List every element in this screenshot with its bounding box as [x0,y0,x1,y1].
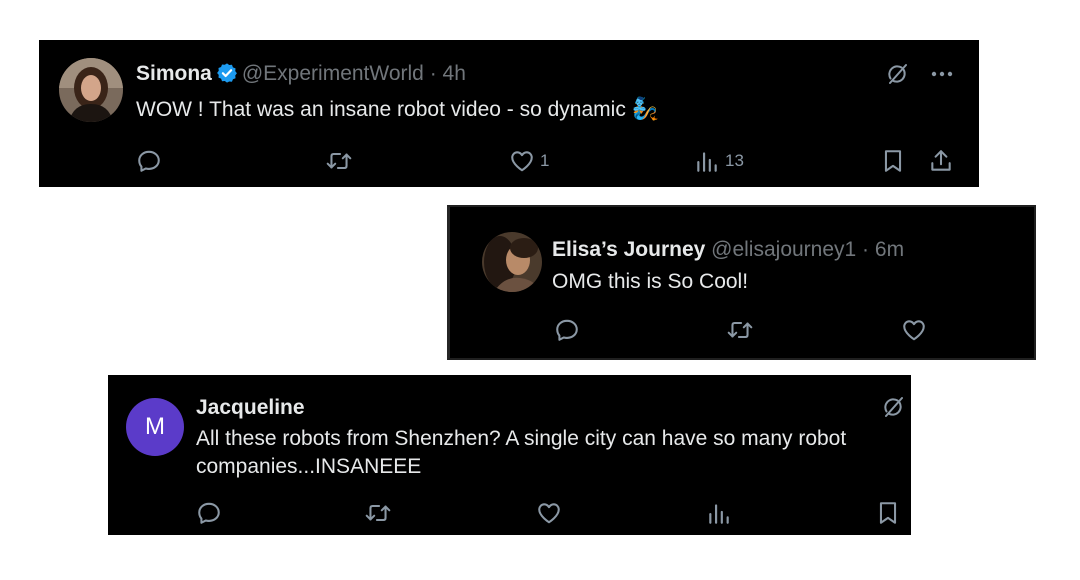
like-button[interactable] [901,317,927,343]
bookmark-button[interactable] [875,500,901,526]
author-handle[interactable]: @elisajourney1 [711,238,856,261]
reply-button[interactable] [196,500,222,526]
bookmark-icon [875,500,901,526]
views-button[interactable] [706,500,732,526]
like-icon [509,148,535,174]
avatar-simona[interactable] [59,58,123,122]
post-elisa: Elisa’s Journey @elisajourney1 · 6m OMG … [447,205,1036,360]
separator-dot: · [862,238,870,261]
repost-icon [325,148,353,174]
post-header: Simona @ExperimentWorld · 4h [136,61,466,91]
bookmark-button[interactable] [880,148,906,174]
author-name[interactable]: Simona [136,62,212,85]
reply-icon [136,148,162,174]
author-name[interactable]: Jacqueline [196,396,305,419]
repost-button[interactable] [364,500,392,526]
post-simona: Simona @ExperimentWorld · 4h WOW ! That w… [39,40,979,187]
avatar-jacqueline[interactable]: M [126,398,184,456]
avatar-letter: M [145,413,165,440]
more-icon[interactable] [929,62,955,86]
like-count: 1 [540,151,550,170]
reply-button[interactable] [136,148,162,174]
author-handle[interactable]: @ExperimentWorld [242,62,424,85]
like-icon [901,317,927,343]
like-button[interactable]: 1 [509,148,549,174]
separator-dot: · [429,62,437,85]
repost-icon [726,317,754,343]
views-icon [706,500,732,526]
post-jacqueline: M Jacqueline All these robots from Shenz… [108,375,911,535]
reply-icon [554,317,580,343]
view-count: 13 [725,151,744,170]
repost-button[interactable] [325,148,353,174]
post-time[interactable]: 6m [875,238,904,261]
bookmark-icon [880,148,906,174]
author-name[interactable]: Elisa’s Journey [552,238,705,261]
reply-icon [196,500,222,526]
verified-badge-icon [216,62,238,91]
repost-button[interactable] [726,317,754,343]
post-header: Jacqueline [196,395,305,421]
post-text: OMG this is So Cool! [552,270,749,293]
views-button[interactable]: 13 [694,148,744,174]
like-button[interactable] [536,500,562,526]
post-text-content: WOW ! That was an insane robot video - s… [136,98,626,121]
grok-icon[interactable] [885,62,909,86]
post-text: WOW ! That was an insane robot video - s… [136,95,659,124]
share-button[interactable] [928,148,954,174]
like-icon [536,500,562,526]
repost-icon [364,500,392,526]
views-icon [694,148,720,174]
post-header: Elisa’s Journey @elisajourney1 · 6m [552,237,904,263]
genie-emoji: 🧞 [631,96,660,121]
avatar-elisa[interactable] [482,232,542,292]
post-time[interactable]: 4h [443,62,466,85]
grok-icon[interactable] [881,395,905,419]
reply-button[interactable] [554,317,580,343]
post-text: All these robots from Shenzhen? A single… [196,427,847,478]
share-icon [928,148,954,174]
